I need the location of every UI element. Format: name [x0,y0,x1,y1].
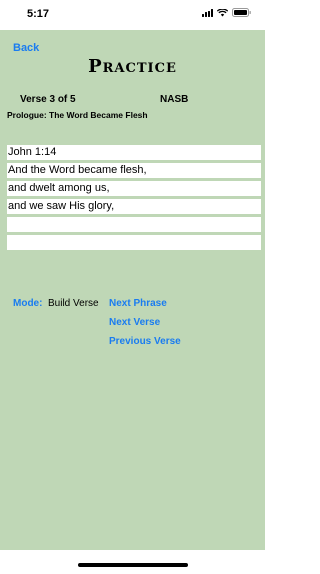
page-title: Practice [88,56,177,77]
verse-line: and we saw His glory, [7,199,261,214]
passage-title: Prologue: The Word Became Flesh [7,110,148,120]
verse-line [7,217,261,232]
next-phrase-button[interactable]: Next Phrase [109,298,167,309]
signal-icon [202,8,213,17]
mode-value[interactable]: Build Verse [48,298,99,309]
back-button[interactable]: Back [13,42,39,54]
next-verse-button[interactable]: Next Verse [109,317,160,328]
verse-counter: Verse 3 of 5 [20,94,76,105]
battery-icon [232,8,251,17]
verse-lines: John 1:14 And the Word became flesh, and… [7,145,261,253]
mode-label[interactable]: Mode: [13,298,42,309]
status-time: 5:17 [27,8,50,20]
status-icons [202,8,251,17]
status-bar: 5:17 [0,0,265,30]
previous-verse-button[interactable]: Previous Verse [109,336,181,347]
verse-line: John 1:14 [7,145,261,160]
verse-line: and dwelt among us, [7,181,261,196]
translation-label: NASB [160,94,189,105]
home-indicator-bar[interactable] [78,563,188,567]
verse-line [7,235,261,250]
home-indicator [0,550,265,574]
verse-line: And the Word became flesh, [7,163,261,178]
practice-screen: Back Practice Verse 3 of 5 NASB Prologue… [0,30,265,550]
wifi-icon [217,8,228,17]
